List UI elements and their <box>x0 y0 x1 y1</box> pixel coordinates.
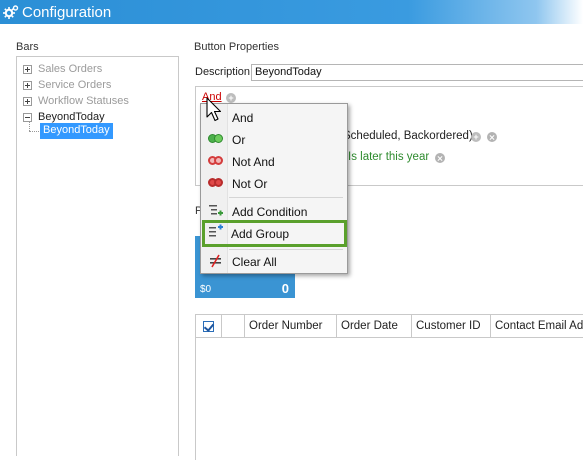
menu-item-label: Not And <box>232 154 275 169</box>
not-equal-icon <box>210 254 221 268</box>
operator-context-menu[interactable]: And Or Not And Not Or Add Condition Add … <box>200 103 348 274</box>
menu-item-label: Add Condition <box>232 204 308 219</box>
tree-item-workflow-statuses[interactable]: Workflow Statuses <box>23 93 129 109</box>
menu-item-or[interactable]: Or <box>203 129 345 150</box>
green-rings-icon <box>208 133 224 145</box>
description-input[interactable]: BeyondToday <box>251 64 583 81</box>
tree-item-label: Workflow Statuses <box>38 95 129 107</box>
tree-connector <box>29 121 30 131</box>
gear-icon <box>3 5 19 19</box>
menu-item-label: Add Group <box>231 226 290 241</box>
condition-date-text[interactable]: Is later this year <box>348 151 429 163</box>
select-all-checkbox[interactable] <box>196 315 222 338</box>
grid-column-blank <box>222 315 245 338</box>
red-rings-icon <box>208 155 224 167</box>
tile-amount: $0 <box>200 284 212 295</box>
menu-item-and[interactable]: And <box>203 107 345 128</box>
tree-item-service-orders[interactable]: Service Orders <box>23 77 111 93</box>
bars-tree[interactable]: Sales Orders Service Orders Workflow Sta… <box>16 56 179 456</box>
checkbox-icon[interactable] <box>203 321 214 332</box>
grid-column-order-number[interactable]: Order Number <box>245 315 337 338</box>
menu-item-label: Clear All <box>232 254 277 269</box>
expand-icon[interactable] <box>23 80 32 90</box>
tree-item-label: BeyondToday <box>38 111 105 123</box>
tree-item-label: Service Orders <box>38 79 112 91</box>
mouse-cursor-icon <box>206 97 222 122</box>
tile-count: 0 <box>281 281 289 296</box>
add-group-icon <box>209 224 223 237</box>
expand-icon[interactable] <box>23 96 32 106</box>
window-title: Configuration <box>22 3 112 21</box>
expand-icon[interactable] <box>23 64 32 74</box>
grid-column-customer-id[interactable]: Customer ID <box>412 315 491 338</box>
remove-x-icon[interactable] <box>435 153 445 163</box>
tree-item-label: Sales Orders <box>38 63 103 75</box>
add-plus-icon[interactable]: + <box>471 132 481 142</box>
red-rings-icon <box>208 177 224 189</box>
title-bar: Configuration <box>0 0 583 24</box>
grid-column-order-date[interactable]: Order Date <box>337 315 412 338</box>
add-plus-icon[interactable]: + <box>226 93 236 103</box>
menu-separator <box>229 249 343 250</box>
menu-item-label: And <box>232 110 254 125</box>
tree-item-sales-orders[interactable]: Sales Orders <box>23 61 102 77</box>
tree-child-beyondtoday-selected[interactable]: BeyondToday <box>40 123 113 139</box>
menu-item-add-group[interactable]: Add Group <box>202 220 347 247</box>
menu-item-not-or[interactable]: Not Or <box>203 173 345 194</box>
tree-connector <box>29 131 39 132</box>
menu-item-clear-all[interactable]: Clear All <box>203 251 345 272</box>
button-properties-label: Button Properties <box>194 41 279 53</box>
grid-column-contact-email[interactable]: Contact Email Add <box>491 315 583 338</box>
bars-label: Bars <box>16 41 39 53</box>
condition-status-text[interactable]: Scheduled, Backordered) <box>343 130 473 142</box>
grid-header: Order Number Order Date Customer ID Cont… <box>196 315 583 338</box>
orders-grid[interactable]: Order Number Order Date Customer ID Cont… <box>195 314 583 460</box>
menu-item-label: Or <box>232 132 246 147</box>
menu-item-not-and[interactable]: Not And <box>203 151 345 172</box>
menu-item-add-condition[interactable]: Add Condition <box>203 201 345 222</box>
menu-separator <box>229 197 343 198</box>
remove-x-icon[interactable] <box>487 132 497 142</box>
menu-item-label: Not Or <box>232 176 268 191</box>
description-label: Description <box>195 66 251 78</box>
add-condition-icon <box>209 205 223 216</box>
collapse-icon[interactable] <box>23 112 32 122</box>
